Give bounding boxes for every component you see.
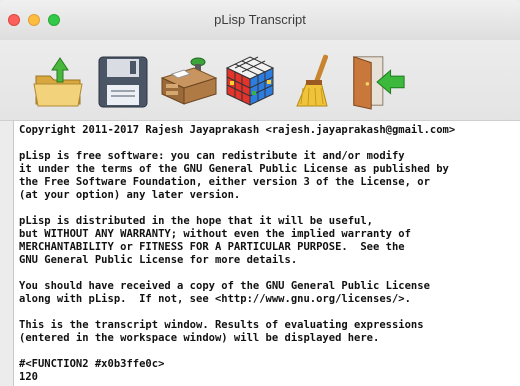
clear-transcript-button[interactable]	[284, 48, 344, 114]
desk-icon	[160, 57, 218, 105]
exit-door-icon	[353, 56, 405, 110]
broom-icon	[296, 54, 329, 107]
transcript-text[interactable]: Copyright 2011-2017 Rajesh Jayaprakash <…	[14, 121, 520, 384]
object-browser-button[interactable]	[220, 48, 280, 114]
load-file-button[interactable]	[28, 48, 88, 114]
floppy-disk-icon	[98, 56, 148, 108]
rubiks-cube-icon	[225, 56, 275, 106]
toolbar	[0, 40, 520, 121]
window-title: pLisp Transcript	[214, 12, 306, 27]
transcript-area[interactable]: Copyright 2011-2017 Rajesh Jayaprakash <…	[13, 121, 520, 386]
exit-button[interactable]	[348, 48, 408, 114]
title-bar[interactable]: pLisp Transcript	[0, 0, 520, 40]
folder-up-arrow-icon	[33, 57, 83, 107]
workspace-button[interactable]	[158, 48, 218, 114]
transcript-window: pLisp Transcript Copyright 2011-2017 Raj…	[0, 0, 520, 386]
save-button[interactable]	[93, 48, 153, 114]
